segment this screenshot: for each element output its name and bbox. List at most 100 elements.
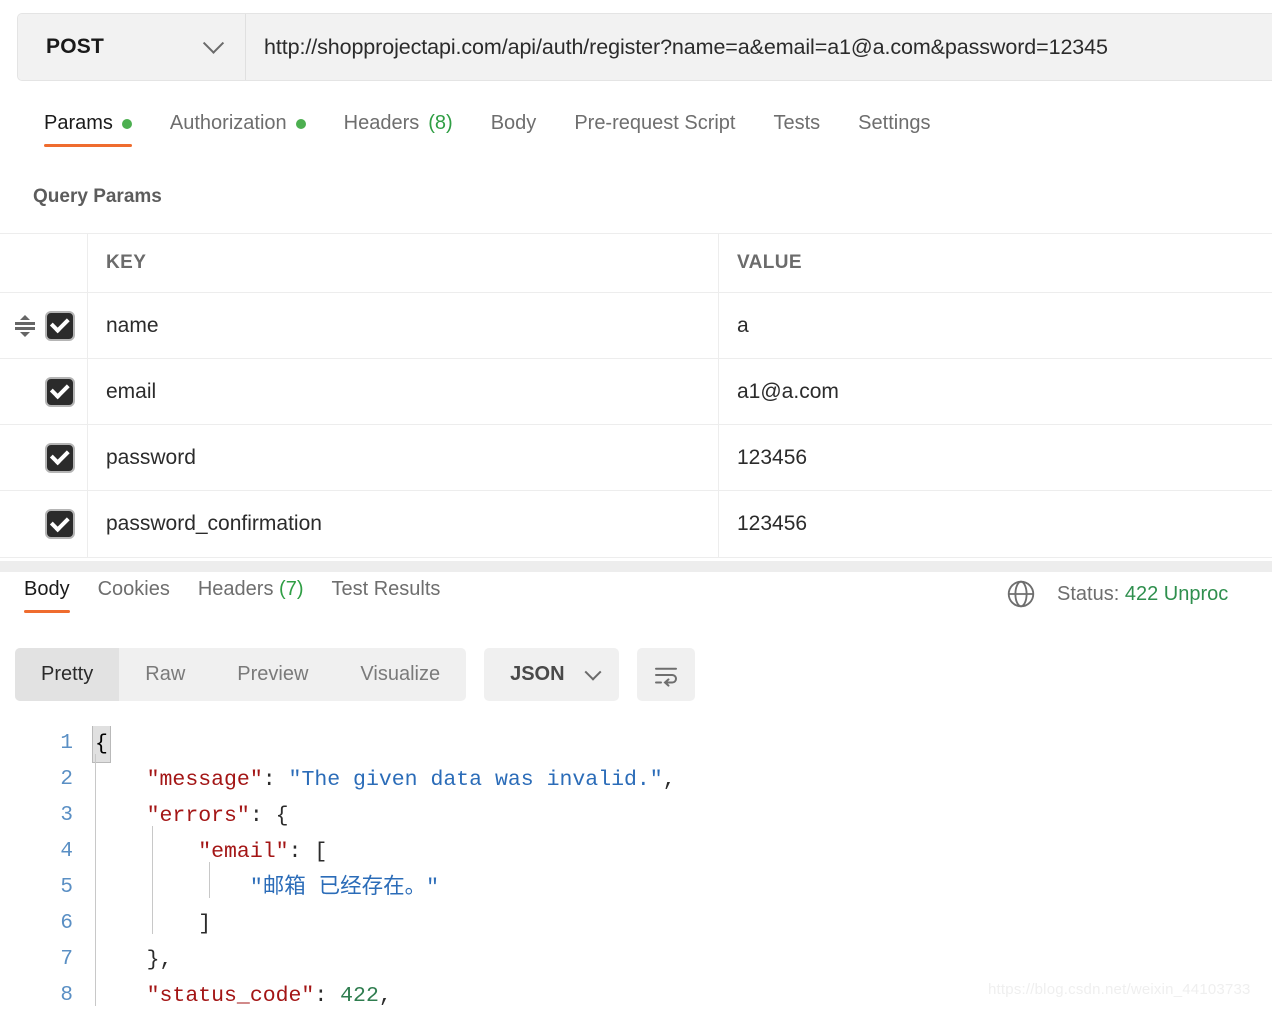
code-line-text: { (92, 726, 1272, 763)
response-tab-test-results-label: Test Results (331, 578, 441, 600)
code-token: "The given data was invalid." (288, 768, 663, 792)
param-key-cell[interactable]: name (88, 293, 719, 358)
param-value-text: a (737, 313, 749, 337)
row-enabled-checkbox[interactable] (45, 310, 75, 341)
header-cell-key: KEY (88, 234, 719, 292)
row-enabled-checkbox[interactable] (45, 442, 75, 473)
line-number: 5 (60, 876, 73, 899)
table-row: password_confirmation 123456 (0, 491, 1272, 557)
http-method-select[interactable]: POST (18, 14, 246, 80)
code-token: : (314, 984, 341, 1008)
tab-settings[interactable]: Settings (839, 108, 949, 151)
view-raw-label: Raw (145, 663, 186, 685)
code-line: 5 "邮箱 已经存在。" (0, 862, 1272, 906)
status-label: Status: 422 Unproc (1057, 583, 1228, 606)
tab-settings-label: Settings (858, 112, 931, 134)
response-tab-cookies-label: Cookies (97, 578, 170, 600)
indent-guide (152, 862, 153, 898)
header-cell-value: VALUE (719, 234, 1272, 292)
chevron-down-icon (584, 663, 602, 681)
tab-params[interactable]: Params (25, 108, 151, 151)
code-token: "邮箱 已经存在。" (249, 876, 440, 900)
view-raw-button[interactable]: Raw (119, 648, 211, 701)
indent-guide (95, 970, 96, 1006)
code-line-text: "邮箱 已经存在。" (95, 862, 1272, 906)
code-line: 4 "email": [ (0, 826, 1272, 870)
line-number: 8 (60, 984, 73, 1007)
param-key-text: name (106, 313, 159, 337)
param-key-cell[interactable]: password_confirmation (88, 491, 719, 557)
indent-guide (95, 934, 96, 970)
code-token: , (159, 948, 173, 972)
request-tab-bar: Params Authorization Headers (8) Body Pr… (0, 108, 1272, 160)
word-wrap-button[interactable] (636, 648, 695, 701)
param-value-cell[interactable]: a1@a.com (719, 359, 1272, 424)
view-visualize-button[interactable]: Visualize (334, 648, 466, 701)
indent-guide (95, 826, 96, 862)
response-tab-body[interactable]: Body (10, 576, 84, 615)
response-tab-test-results[interactable]: Test Results (317, 576, 454, 615)
response-tab-headers-count: (7) (279, 578, 304, 600)
param-value-cell[interactable]: 123456 (719, 425, 1272, 490)
view-pretty-button[interactable]: Pretty (15, 648, 120, 701)
row-controls (0, 425, 88, 490)
row-controls (0, 491, 88, 557)
line-number: 6 (60, 912, 73, 935)
query-params-heading: Query Params (33, 186, 162, 207)
param-value-cell[interactable]: a (719, 293, 1272, 358)
line-number: 4 (60, 840, 73, 863)
indent-guide (152, 898, 153, 934)
response-tab-cookies[interactable]: Cookies (84, 576, 184, 615)
line-number: 2 (60, 768, 73, 791)
code-token: : (249, 804, 276, 828)
response-format-toolbar: Pretty Raw Preview Visualize JSON (15, 648, 695, 701)
response-status-area: Status: 422 Unproc (1005, 578, 1228, 610)
param-value-text: a1@a.com (737, 379, 839, 403)
response-tab-headers[interactable]: Headers (7) (184, 576, 318, 615)
row-enabled-checkbox[interactable] (45, 509, 75, 539)
pane-divider[interactable] (0, 561, 1272, 572)
view-preview-button[interactable]: Preview (211, 648, 334, 701)
tab-headers[interactable]: Headers (8) (325, 108, 472, 151)
row-enabled-checkbox[interactable] (45, 376, 75, 407)
status-label-text: Status: (1057, 582, 1120, 605)
tab-body-label: Body (490, 112, 537, 134)
code-line-text: "email": [ (95, 826, 1272, 870)
tab-tests-label: Tests (773, 112, 821, 134)
request-url-bar: POST http://shopprojectapi.com/api/auth/… (17, 13, 1272, 81)
param-key-cell[interactable]: password (88, 425, 719, 490)
view-visualize-label: Visualize (360, 663, 441, 685)
tab-tests[interactable]: Tests (754, 108, 839, 151)
indent-guide (95, 790, 96, 826)
param-key-cell[interactable]: email (88, 359, 719, 424)
param-key-text: email (106, 379, 157, 403)
tab-authorization[interactable]: Authorization (151, 108, 325, 151)
code-line-text: ] (95, 898, 1272, 942)
url-input[interactable]: http://shopprojectapi.com/api/auth/regis… (246, 14, 1272, 80)
status-code-text: 422 Unproc (1124, 582, 1229, 605)
code-token: "message" (146, 768, 263, 792)
indent-guide (152, 826, 153, 862)
header-cell-spacer (0, 234, 88, 292)
tab-pre-request-script[interactable]: Pre-request Script (555, 108, 754, 151)
code-line-text: "message": "The given data was invalid."… (95, 754, 1272, 798)
drag-handle-icon[interactable] (14, 314, 36, 337)
line-number: 1 (60, 732, 73, 755)
code-token: , (662, 768, 676, 792)
code-line: 2 "message": "The given data was invalid… (0, 754, 1272, 798)
tab-pre-request-script-label: Pre-request Script (574, 112, 736, 134)
view-pretty-label: Pretty (41, 663, 94, 685)
tab-body[interactable]: Body (472, 108, 556, 151)
response-language-select[interactable]: JSON (484, 648, 619, 701)
response-language-label: JSON (510, 663, 565, 685)
param-value-text: 123456 (737, 512, 808, 535)
code-token: { (275, 804, 289, 828)
status-dot-icon (121, 118, 132, 129)
response-body-code-viewer[interactable]: 1 {2 "message": "The given data was inval… (0, 726, 1272, 1012)
code-line: 7 }, (0, 934, 1272, 978)
param-value-cell[interactable]: 123456 (719, 491, 1272, 557)
